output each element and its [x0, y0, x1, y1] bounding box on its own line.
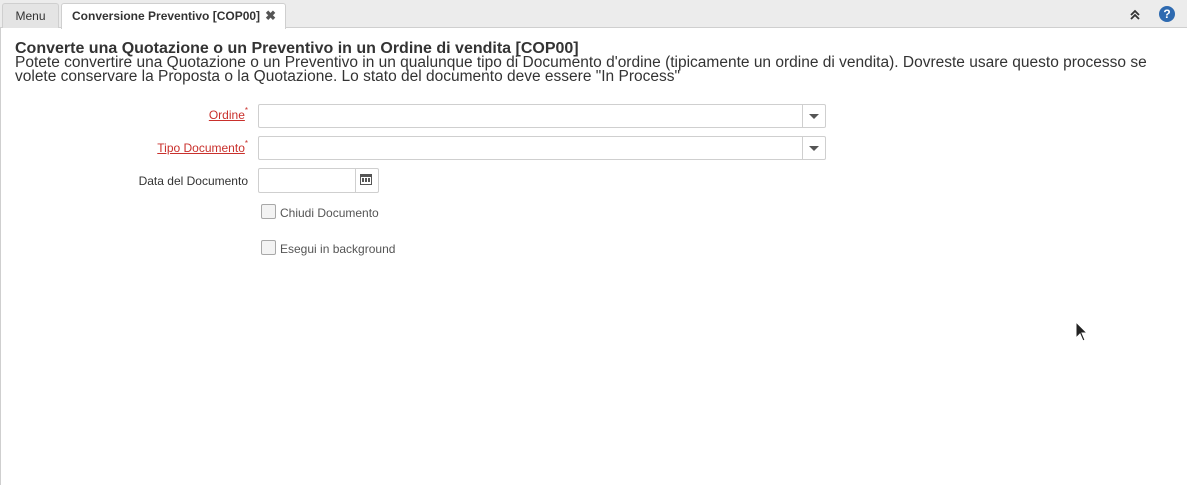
esegui-background-checkbox[interactable]	[261, 240, 276, 255]
mouse-cursor-icon	[1075, 321, 1089, 342]
calendar-icon	[360, 174, 372, 185]
tab-menu[interactable]: Menu	[2, 3, 59, 28]
close-icon[interactable]: ✖	[265, 4, 276, 28]
required-mark: *	[244, 139, 248, 148]
ordine-label[interactable]: Ordine*	[0, 106, 248, 122]
data-documento-label: Data del Documento	[138, 174, 248, 188]
tab-conversione-preventivo[interactable]: Conversione Preventivo [COP00] ✖	[61, 3, 286, 29]
chevron-down-icon[interactable]	[802, 105, 825, 127]
panel-border	[0, 28, 1, 485]
chevron-down-icon[interactable]	[802, 137, 825, 159]
esegui-background-label[interactable]: Esegui in background	[280, 242, 395, 256]
tipo-documento-combobox[interactable]	[258, 136, 826, 160]
ordine-label-text[interactable]: Ordine	[209, 108, 245, 122]
collapse-up-icon[interactable]	[1126, 6, 1144, 24]
ordine-combobox[interactable]	[258, 104, 826, 128]
tipo-documento-label-text[interactable]: Tipo Documento	[157, 141, 245, 155]
help-icon[interactable]: ?	[1159, 6, 1175, 22]
tab-bar: Menu Conversione Preventivo [COP00] ✖ ?	[0, 0, 1187, 29]
data-documento-field[interactable]	[258, 168, 379, 193]
chiudi-documento-label[interactable]: Chiudi Documento	[280, 206, 379, 220]
required-mark: *	[244, 106, 248, 115]
process-description: Potete convertire una Quotazione o un Pr…	[15, 54, 1147, 85]
tipo-documento-label[interactable]: Tipo Documento*	[0, 139, 248, 155]
tab-label: Conversione Preventivo [COP00]	[72, 9, 261, 23]
calendar-button[interactable]	[355, 169, 378, 192]
chiudi-documento-checkbox[interactable]	[261, 204, 276, 219]
